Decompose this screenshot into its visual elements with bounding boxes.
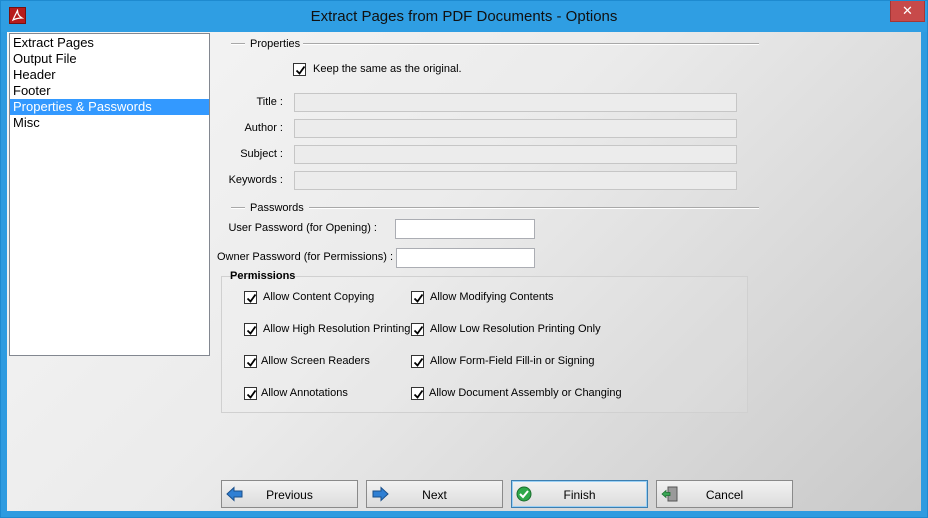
previous-label: Previous <box>266 488 313 502</box>
allow-low-res-printing-checkbox[interactable] <box>411 323 424 336</box>
close-button[interactable]: ✕ <box>890 1 925 22</box>
keywords-field[interactable] <box>294 171 737 190</box>
allow-screen-readers-label: Allow Screen Readers <box>261 355 370 367</box>
allow-form-fill-label: Allow Form-Field Fill-in or Signing <box>430 355 595 367</box>
allow-modifying-contents-checkbox[interactable] <box>411 291 424 304</box>
permissions-title: Permissions <box>230 270 296 282</box>
previous-button[interactable]: Previous <box>221 480 358 508</box>
passwords-group-label: Passwords <box>250 202 304 214</box>
title-label: Title : <box>256 96 284 108</box>
nav-item-extract-pages[interactable]: Extract Pages <box>10 35 209 51</box>
allow-high-res-printing-checkbox[interactable] <box>244 323 257 336</box>
subject-label: Subject : <box>240 148 283 160</box>
finish-button[interactable]: Finish <box>511 480 648 508</box>
properties-group-label: Properties <box>250 38 301 50</box>
passwords-divider-right <box>309 207 759 209</box>
close-icon: ✕ <box>902 3 913 18</box>
subject-field[interactable] <box>294 145 737 164</box>
next-label: Next <box>422 488 447 502</box>
allow-form-fill-checkbox[interactable] <box>411 355 424 368</box>
window-title: Extract Pages from PDF Documents - Optio… <box>310 8 618 25</box>
nav-item-output-file[interactable]: Output File <box>10 51 209 67</box>
allow-annotations-checkbox[interactable] <box>244 387 257 400</box>
passwords-divider-left <box>231 207 245 209</box>
nav-item-header[interactable]: Header <box>10 67 209 83</box>
allow-document-assembly-label: Allow Document Assembly or Changing <box>429 387 622 399</box>
keep-same-label: Keep the same as the original. <box>313 63 462 75</box>
allow-content-copying-label: Allow Content Copying <box>263 291 375 303</box>
allow-modifying-contents-label: Allow Modifying Contents <box>430 291 554 303</box>
allow-annotations-label: Allow Annotations <box>261 387 348 399</box>
nav-item-properties-passwords[interactable]: Properties & Passwords <box>10 99 209 115</box>
options-window: Extract Pages from PDF Documents - Optio… <box>0 0 928 518</box>
owner-password-label: Owner Password (for Permissions) : <box>216 251 393 263</box>
user-password-label: User Password (for Opening) : <box>228 222 377 234</box>
allow-content-copying-checkbox[interactable] <box>244 291 257 304</box>
allow-high-res-printing-label: Allow High Resolution Printing <box>263 323 411 335</box>
author-label: Author : <box>244 122 283 134</box>
client-area: Extract Pages Output File Header Footer … <box>7 32 921 511</box>
nav-item-misc[interactable]: Misc <box>10 115 209 131</box>
cancel-button[interactable]: Cancel <box>656 480 793 508</box>
allow-low-res-printing-label: Allow Low Resolution Printing Only <box>430 323 601 335</box>
author-field[interactable] <box>294 119 737 138</box>
allow-screen-readers-checkbox[interactable] <box>244 355 257 368</box>
properties-divider-right <box>303 43 759 45</box>
properties-divider-left <box>231 43 245 45</box>
next-button[interactable]: Next <box>366 480 503 508</box>
nav-item-footer[interactable]: Footer <box>10 83 209 99</box>
options-category-list[interactable]: Extract Pages Output File Header Footer … <box>9 33 210 356</box>
keep-same-checkbox[interactable] <box>293 63 306 76</box>
cancel-label: Cancel <box>705 488 744 502</box>
user-password-field[interactable] <box>395 219 535 239</box>
owner-password-field[interactable] <box>396 248 535 268</box>
finish-label: Finish <box>563 488 596 502</box>
title-field[interactable] <box>294 93 737 112</box>
title-bar[interactable]: Extract Pages from PDF Documents - Optio… <box>1 1 927 32</box>
allow-document-assembly-checkbox[interactable] <box>411 387 424 400</box>
keywords-label: Keywords : <box>228 174 283 186</box>
